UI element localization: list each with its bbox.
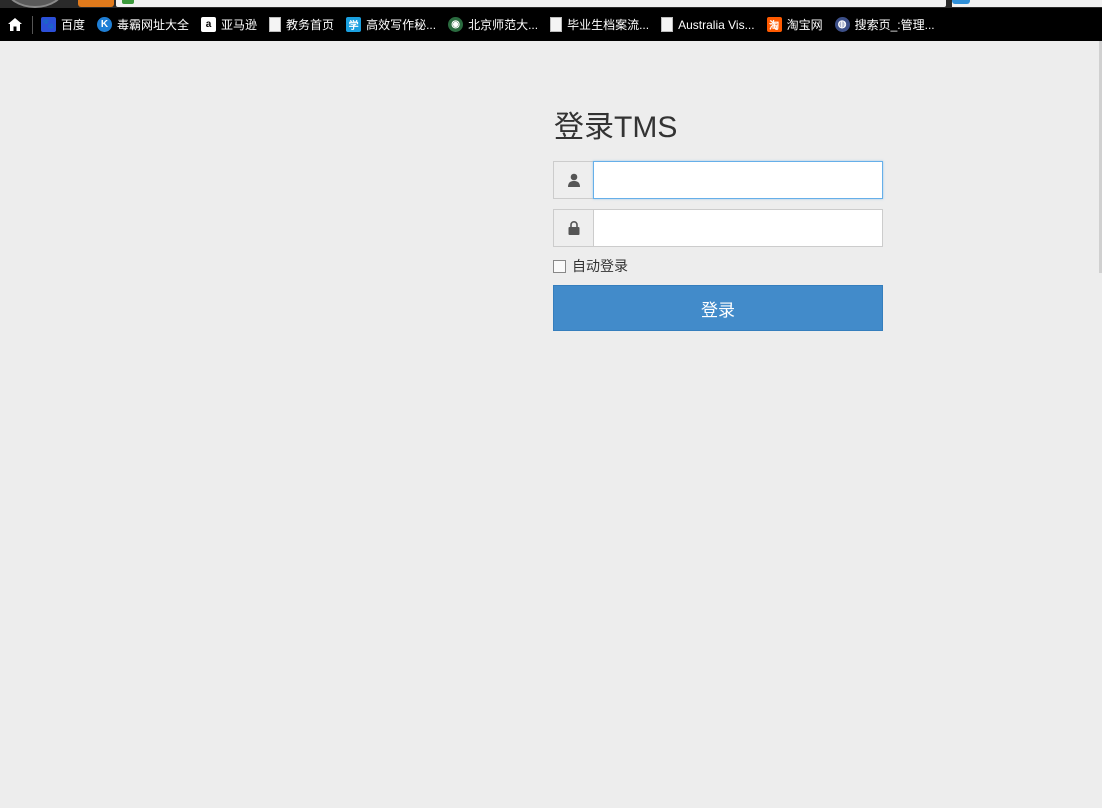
baidu-paw-icon: 🐾	[41, 17, 56, 32]
auto-login-row[interactable]: 自动登录	[553, 257, 883, 275]
bookmark-label: 高效写作秘...	[366, 18, 437, 32]
auto-login-checkbox[interactable]	[553, 259, 566, 273]
login-form: 登录TMS 自动登录 登录	[553, 108, 883, 331]
login-button[interactable]: 登录	[553, 285, 883, 331]
bookmark-item[interactable]: a 亚马逊	[201, 16, 257, 33]
bookmark-item[interactable]: 学高效写作秘...	[346, 16, 436, 33]
secure-site-icon	[122, 0, 134, 4]
bookmark-separator	[32, 15, 33, 34]
amazon-icon: a	[201, 17, 217, 32]
home-icon[interactable]	[6, 16, 24, 34]
bookmark-label: Australia Vis...	[678, 17, 755, 32]
bookmark-label: 毒霸网址大全	[117, 18, 190, 32]
address-bar[interactable]	[116, 0, 946, 7]
bookmarks-bar: 🐾 百度 K 毒霸网址大全 a 亚马逊 教务首页学高效写作秘... ◉ 北京师范大... 毕业生档…	[0, 8, 1102, 41]
extension-icon[interactable]	[952, 0, 970, 4]
bookmark-item[interactable]: ◉ 北京师范大...	[448, 16, 538, 33]
username-group	[553, 161, 883, 199]
browser-controls[interactable]	[952, 0, 1102, 7]
page-icon	[550, 17, 563, 32]
bookmark-item[interactable]: ◍ 搜索页_:管理...	[834, 16, 935, 33]
bookmark-item[interactable]: Australia Vis...	[661, 17, 755, 32]
bookmark-label: 教务首页	[286, 18, 335, 32]
user-icon	[553, 161, 593, 199]
bookmark-label: 百度	[61, 18, 86, 32]
bookmark-label: 毕业生档案流...	[567, 18, 650, 32]
xue-icon: 学	[346, 17, 362, 32]
bookmark-label: 搜索页_:管理...	[854, 18, 935, 32]
bookmark-item[interactable]: 教务首页	[269, 16, 334, 33]
taobao-icon: 淘	[766, 17, 782, 32]
bookmark-label: 淘宝网	[786, 18, 823, 32]
bookmark-item[interactable]: 🐾 百度	[41, 16, 85, 33]
bookmark-label: 北京师范大...	[468, 18, 539, 32]
bnu-seal-icon: ◉	[448, 17, 464, 32]
browser-toolbar	[0, 0, 1102, 8]
k-circle-icon: K	[97, 17, 113, 32]
browser-back-button[interactable]	[6, 0, 64, 8]
username-input[interactable]	[593, 161, 883, 199]
globe-icon: ◍	[834, 17, 850, 32]
bookmark-label: 亚马逊	[221, 18, 258, 32]
page-icon	[661, 17, 674, 32]
bookmark-item[interactable]: 淘淘宝网	[766, 16, 823, 33]
password-group	[553, 209, 883, 247]
bookmark-item[interactable]: 毕业生档案流...	[550, 16, 649, 33]
auto-login-label[interactable]: 自动登录	[572, 256, 628, 276]
lock-icon	[553, 209, 593, 247]
browser-menu-button[interactable]	[78, 0, 114, 7]
password-input[interactable]	[593, 209, 883, 247]
page-icon	[269, 17, 282, 32]
login-title: 登录TMS	[554, 111, 678, 144]
bookmark-item[interactable]: K 毒霸网址大全	[97, 16, 189, 33]
